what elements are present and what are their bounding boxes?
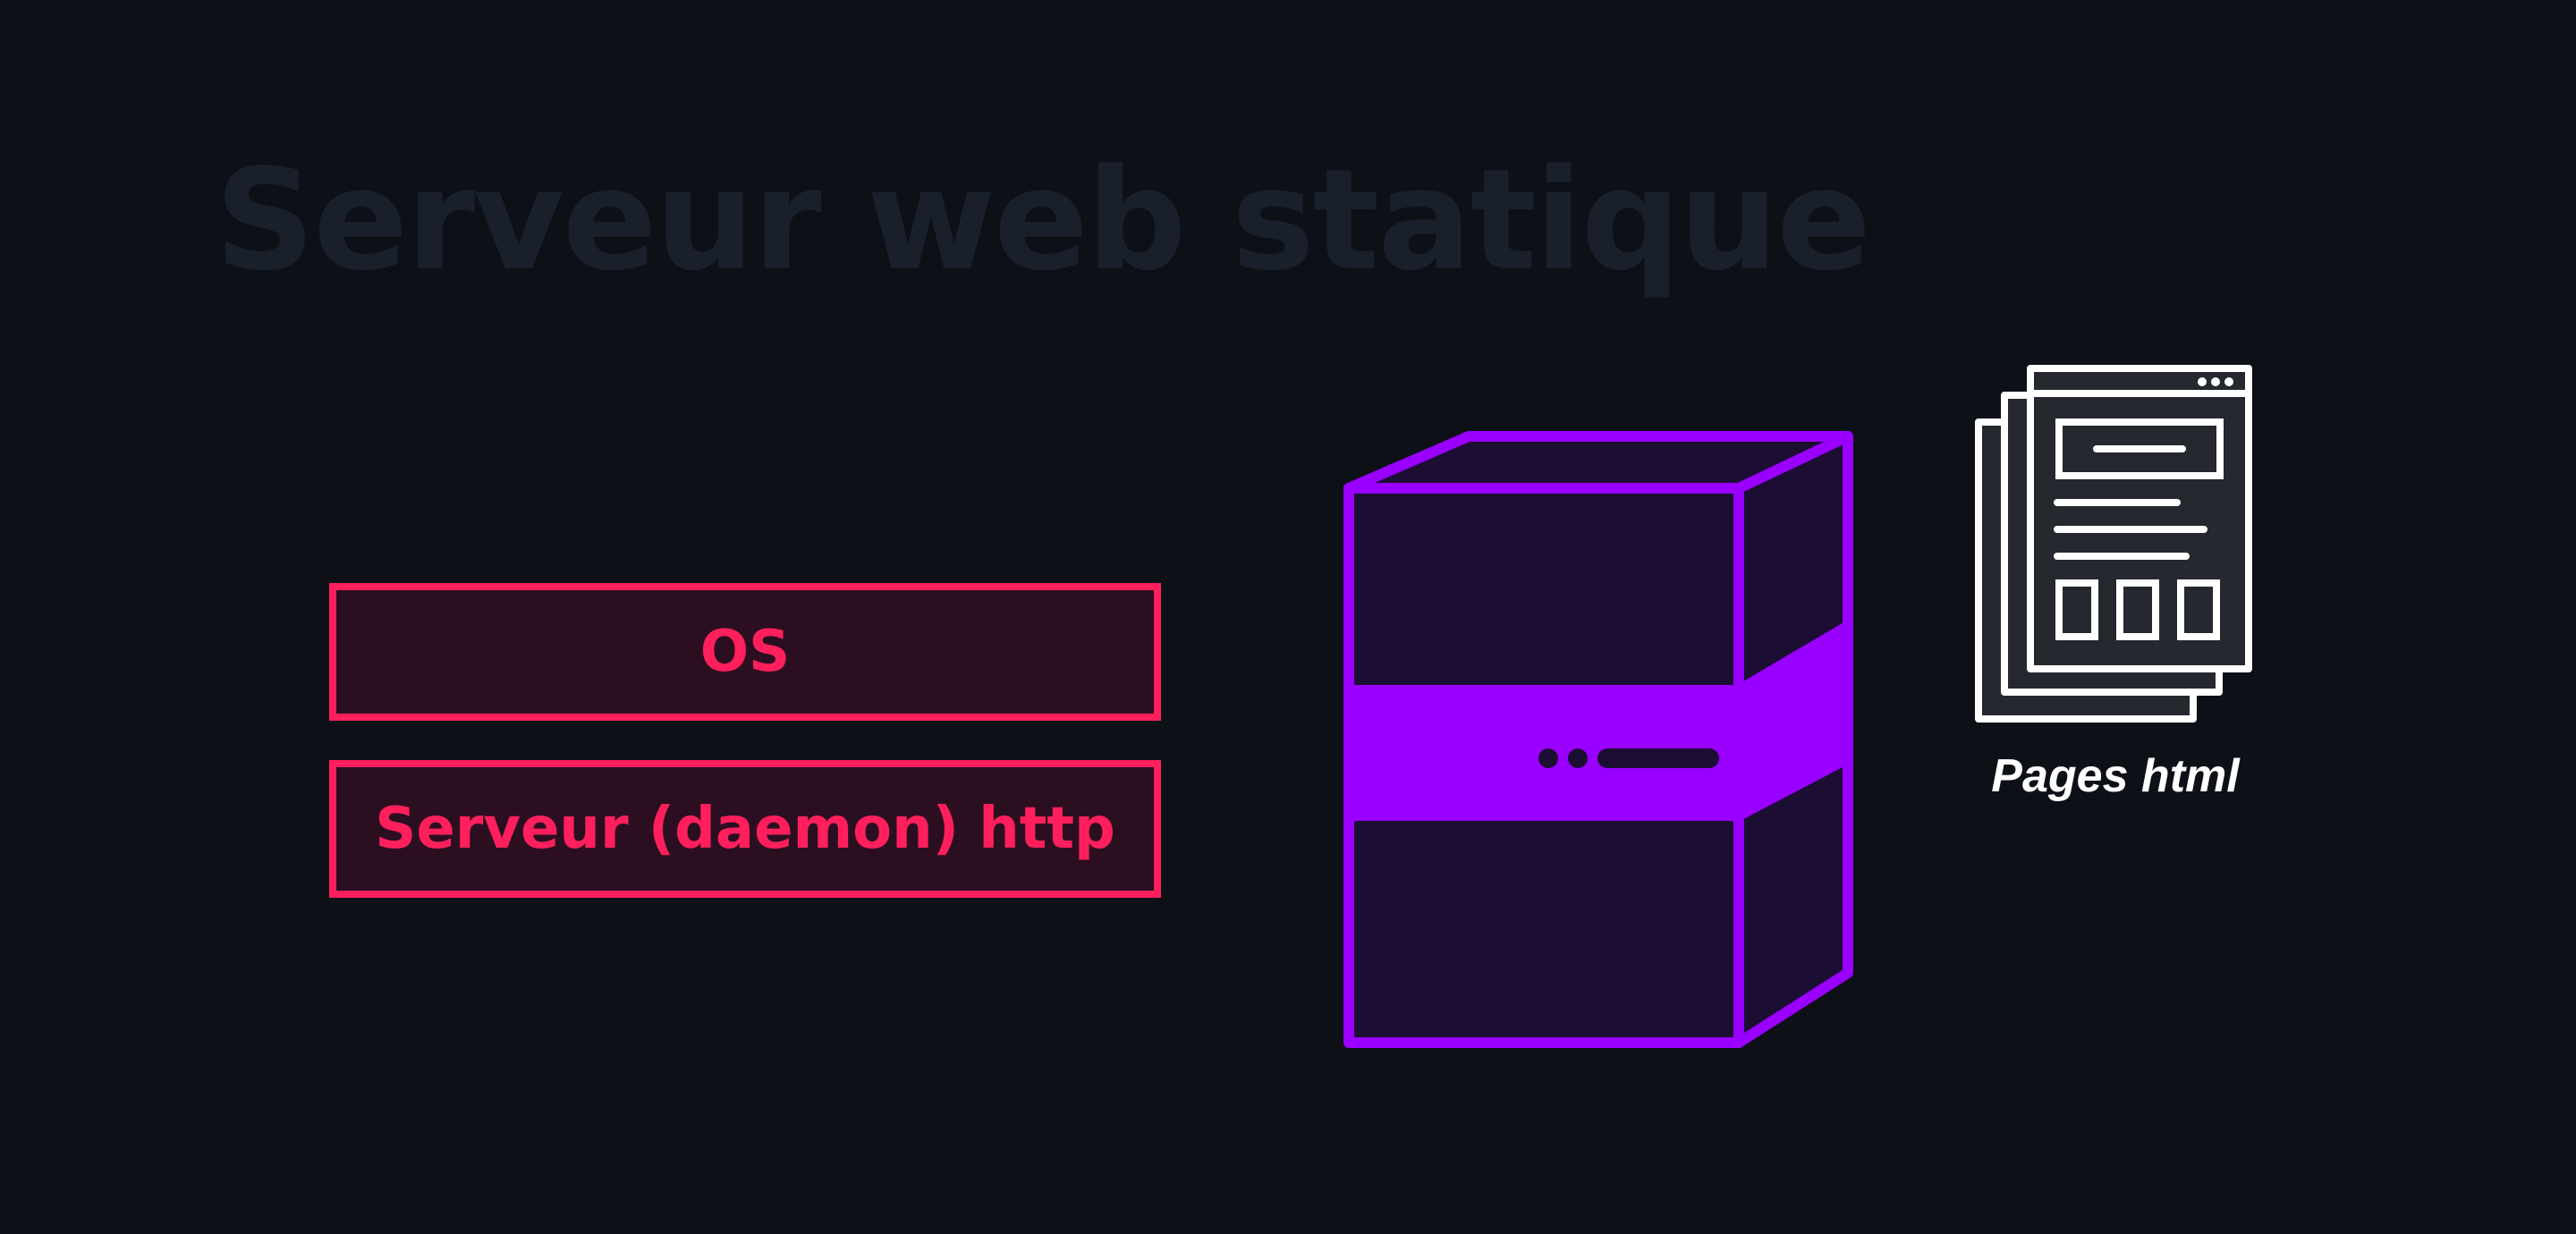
http-daemon-label: Serveur (daemon) http	[375, 796, 1115, 862]
os-label: OS	[699, 619, 791, 685]
pages-html-label: Pages html	[1991, 750, 2240, 802]
web-pages-icon	[1975, 365, 2252, 723]
server-body	[1343, 431, 1853, 1048]
server-icon	[1343, 431, 1853, 1048]
page-title: Serveur web statique	[215, 139, 1871, 301]
http-daemon-box: Serveur (daemon) http	[329, 760, 1161, 898]
server-slot	[1597, 748, 1719, 768]
server-led-1	[1538, 748, 1558, 768]
server-led-2	[1568, 748, 1588, 768]
window-dots	[2198, 377, 2233, 386]
os-box: OS	[329, 583, 1161, 721]
